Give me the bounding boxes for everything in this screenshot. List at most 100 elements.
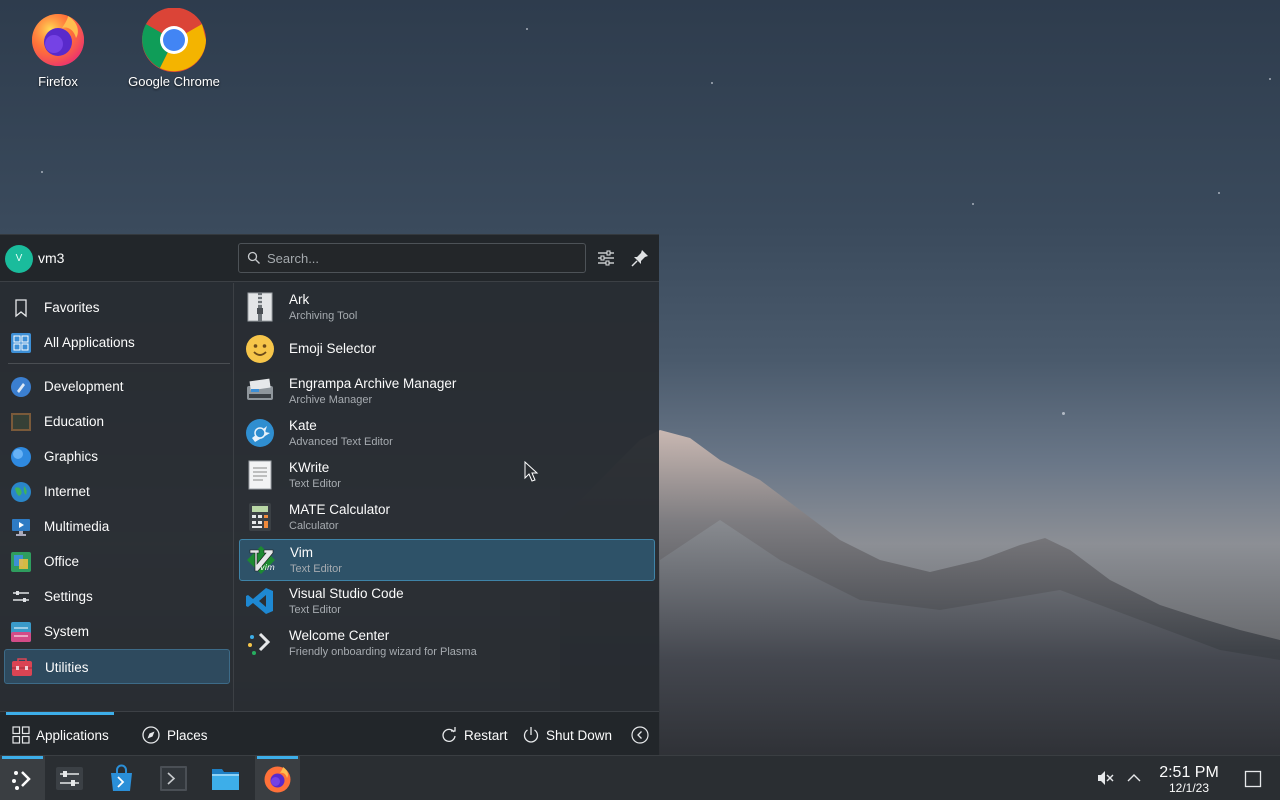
desktop-icon-label: Firefox xyxy=(38,74,78,89)
search-field[interactable] xyxy=(238,243,586,273)
category-system[interactable]: System xyxy=(4,614,230,649)
app-item-ark[interactable]: Ark Archiving Tool xyxy=(239,287,655,329)
app-name: Engrampa Archive Manager xyxy=(289,376,457,391)
app-item-vscode[interactable]: Visual Studio Code Text Editor xyxy=(239,581,655,623)
clock-date[interactable]: 12/1/23 xyxy=(1150,781,1228,795)
tab-places[interactable]: Places xyxy=(136,712,216,757)
tab-applications[interactable]: Applications xyxy=(6,712,114,757)
category-settings[interactable]: Settings xyxy=(4,579,230,614)
taskbar-konsole[interactable] xyxy=(151,756,196,800)
category-label: Graphics xyxy=(44,449,99,464)
app-item-mate-calculator[interactable]: MATE Calculator Calculator xyxy=(239,497,655,539)
category-label: Utilities xyxy=(45,660,89,675)
svg-text:vim: vim xyxy=(260,563,275,572)
ark-icon xyxy=(247,292,273,322)
app-name: Welcome Center xyxy=(289,628,390,643)
app-item-emoji-selector[interactable]: Emoji Selector xyxy=(239,329,655,371)
search-input[interactable] xyxy=(267,248,577,268)
taskbar-firefox[interactable] xyxy=(255,756,300,800)
tab-label: Places xyxy=(167,728,208,743)
launcher-header: V vm3 xyxy=(0,235,659,282)
system-icon xyxy=(11,622,31,642)
emoji-icon xyxy=(246,335,274,363)
taskbar-settings[interactable] xyxy=(47,756,92,800)
app-name: Vim xyxy=(290,545,314,560)
category-label: All Applications xyxy=(44,335,135,350)
multimedia-icon xyxy=(12,519,30,536)
mouse-cursor xyxy=(524,461,539,482)
tab-label: Applications xyxy=(36,728,109,743)
chrome-icon xyxy=(142,7,206,72)
category-label: Development xyxy=(44,379,124,394)
app-item-kwrite[interactable]: KWrite Text Editor xyxy=(239,455,655,497)
category-label: Multimedia xyxy=(44,519,110,534)
pin-icon[interactable] xyxy=(629,247,651,269)
kwrite-icon xyxy=(248,460,272,490)
welcome-icon xyxy=(248,632,271,655)
clock-time[interactable]: 2:51 PM xyxy=(1150,764,1228,782)
launcher-footer: Applications Places Restart Shut Down xyxy=(0,711,659,756)
application-list: Ark Archiving Tool Emoji Selector Engram… xyxy=(236,283,659,711)
volume-muted-icon[interactable] xyxy=(1096,769,1114,787)
firefox-icon xyxy=(264,766,291,793)
category-graphics[interactable]: Graphics xyxy=(4,439,230,474)
app-item-welcome-center[interactable]: Welcome Center Friendly onboarding wizar… xyxy=(239,623,655,665)
vim-icon: vim xyxy=(247,546,275,574)
category-all-applications[interactable]: All Applications xyxy=(4,325,230,360)
app-name: KWrite xyxy=(289,460,330,475)
avatar[interactable]: V xyxy=(5,245,33,273)
app-name: Visual Studio Code xyxy=(289,586,404,601)
restart-label: Restart xyxy=(464,728,508,743)
category-label: System xyxy=(44,624,90,639)
app-name: MATE Calculator xyxy=(289,502,391,517)
category-development[interactable]: Development xyxy=(4,369,230,404)
search-icon xyxy=(247,251,260,264)
desktop-icon-chrome[interactable]: Google Chrome xyxy=(119,0,229,89)
vscode-icon xyxy=(246,588,273,614)
education-icon xyxy=(11,413,31,431)
category-label: Education xyxy=(44,414,105,429)
category-multimedia[interactable]: Multimedia xyxy=(4,509,230,544)
app-description: Text Editor xyxy=(289,478,341,490)
category-favorites[interactable]: Favorites xyxy=(4,290,230,325)
kate-icon xyxy=(246,419,274,447)
category-label: Office xyxy=(44,554,80,569)
taskbar-discover[interactable] xyxy=(99,756,144,800)
app-description: Calculator xyxy=(289,520,339,532)
dolphin-icon xyxy=(212,769,239,790)
category-utilities[interactable]: Utilities xyxy=(4,649,230,684)
app-description: Advanced Text Editor xyxy=(289,436,393,448)
app-launcher-button[interactable] xyxy=(0,756,45,800)
app-item-engrampa[interactable]: Engrampa Archive Manager Archive Manager xyxy=(239,371,655,413)
app-name: Kate xyxy=(289,418,317,433)
desktop-icon-label: Google Chrome xyxy=(128,74,220,89)
app-item-vim[interactable]: vim Vim Text Editor xyxy=(239,539,655,581)
engrampa-icon xyxy=(247,378,273,400)
app-description: Friendly onboarding wizard for Plasma xyxy=(289,646,477,658)
chevron-left-icon xyxy=(631,726,649,744)
show-desktop-icon[interactable] xyxy=(1244,770,1262,788)
category-internet[interactable]: Internet xyxy=(4,474,230,509)
divider xyxy=(8,363,230,364)
power-icon xyxy=(523,727,539,743)
grid-icon xyxy=(12,726,30,744)
desktop-icon-firefox[interactable]: Firefox xyxy=(3,0,113,89)
category-office[interactable]: Office xyxy=(4,544,230,579)
shutdown-button[interactable]: Shut Down xyxy=(518,712,618,757)
chevron-up-icon[interactable] xyxy=(1126,771,1142,785)
leave-menu-button[interactable] xyxy=(628,712,654,757)
app-name: Ark xyxy=(289,292,310,307)
category-label: Internet xyxy=(44,484,90,499)
grid-icon xyxy=(11,333,31,353)
app-item-kate[interactable]: Kate Advanced Text Editor xyxy=(239,413,655,455)
settings-icon xyxy=(56,767,83,790)
graphics-icon xyxy=(11,447,31,467)
restart-button[interactable]: Restart xyxy=(436,712,514,757)
calculator-icon xyxy=(249,503,271,531)
discover-icon xyxy=(111,764,132,791)
taskbar-dolphin[interactable] xyxy=(203,756,248,800)
category-education[interactable]: Education xyxy=(4,404,230,439)
configure-icon[interactable] xyxy=(595,247,617,269)
app-name: Emoji Selector xyxy=(289,341,377,356)
bookmark-icon xyxy=(15,299,27,318)
